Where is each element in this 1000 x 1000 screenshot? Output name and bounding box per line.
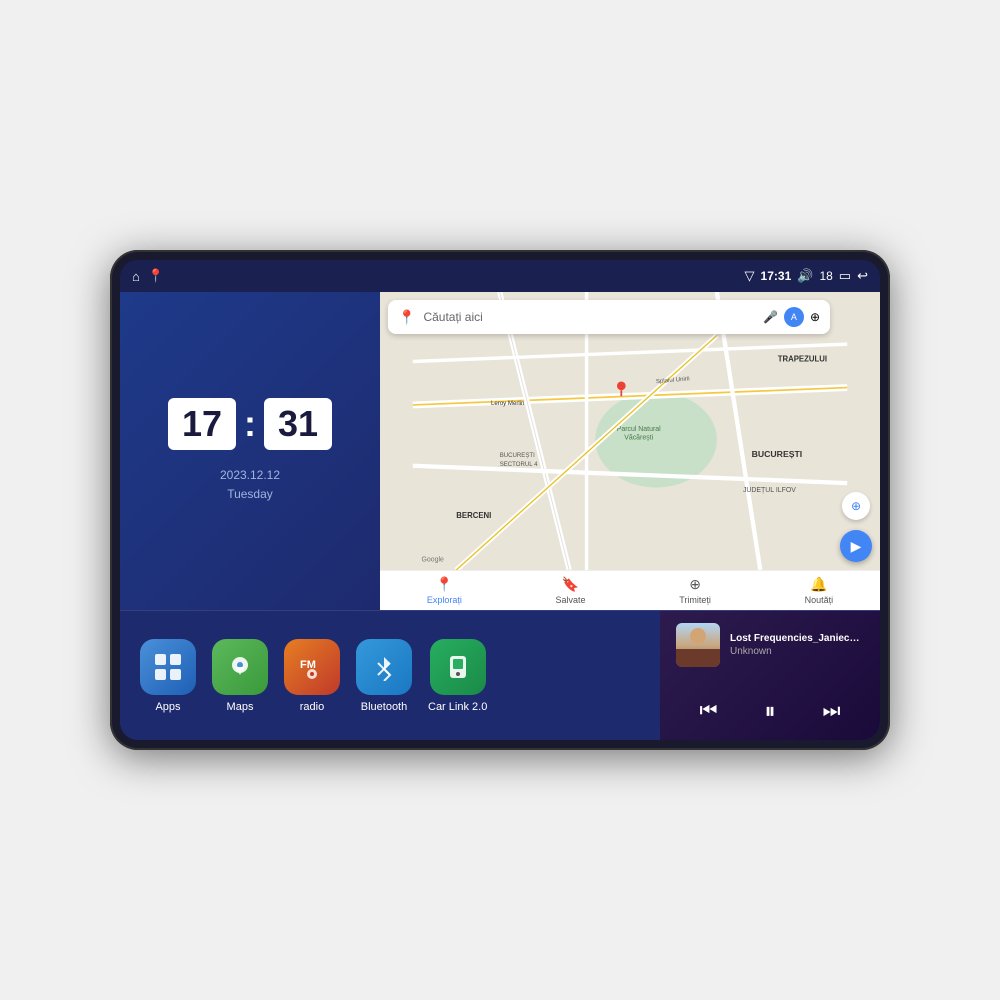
music-prev-button[interactable]: ⏮ [691,696,725,727]
maps-label: Maps [227,701,254,713]
news-icon: 🔔 [810,576,827,593]
microphone-icon[interactable]: 🎤 [763,310,778,324]
app-item-apps[interactable]: Apps [140,639,196,713]
map-nav-share[interactable]: ⊕ Trimiteți [679,576,711,605]
svg-text:Google: Google [422,556,445,563]
radio-icon: FM [284,639,340,695]
map-nav-news[interactable]: 🔔 Noutăți [805,576,834,605]
app-item-radio[interactable]: FM radio [284,639,340,713]
saved-icon: 🔖 [562,576,579,593]
map-search-bar[interactable]: 📍 Căutați aici 🎤 A ⊕ [388,300,830,334]
map-widget[interactable]: 📍 Căutați aici 🎤 A ⊕ [380,292,880,610]
battery-icon: ▭ [839,268,851,284]
apps-icon [140,639,196,695]
account-icon[interactable]: A [784,307,804,327]
svg-text:JUDEȚUL ILFOV: JUDEȚUL ILFOV [743,487,796,494]
carlink-icon [430,639,486,695]
device-frame: ⌂ 📍 ▽ 17:31 🔊 18 ▭ ↩ 17 : [110,250,890,750]
map-search-actions: 🎤 A ⊕ [763,307,820,327]
top-section: 17 : 31 2023.12.12 Tuesday 📍 Căutați aic… [120,292,880,610]
explore-icon: 📍 [436,576,453,593]
music-thumbnail [676,623,720,667]
signal-icon: ▽ [745,268,755,284]
map-search-placeholder[interactable]: Căutați aici [423,310,755,324]
clock-date: 2023.12.12 Tuesday [220,466,280,504]
svg-text:BUCUREȘTI: BUCUREȘTI [752,449,803,459]
music-info: Lost Frequencies_Janieck Devy-... Unknow… [676,623,864,667]
device-screen: ⌂ 📍 ▽ 17:31 🔊 18 ▭ ↩ 17 : [120,260,880,740]
back-icon[interactable]: ↩ [857,268,868,284]
carlink-label: Car Link 2.0 [428,701,487,713]
svg-text:TRAPEZULUI: TRAPEZULUI [778,355,827,364]
bluetooth-label: Bluetooth [361,701,407,713]
share-icon: ⊕ [689,576,701,593]
map-bottom-nav: 📍 Explorați 🔖 Salvate ⊕ Trimiteți 🔔 [380,570,880,610]
maps-shortcut-icon[interactable]: 📍 [148,268,164,284]
radio-label: radio [300,701,324,713]
bottom-section: Apps Maps [120,610,880,740]
music-controls: ⏮ ⏸ ⏭ [676,694,864,728]
volume-icon[interactable]: 🔊 [797,268,813,284]
map-nav-saved[interactable]: 🔖 Salvate [556,576,586,605]
map-pin-icon: 📍 [398,309,415,326]
battery-level: 18 [819,269,832,283]
music-play-button[interactable]: ⏸ [756,694,783,728]
music-meta: Lost Frequencies_Janieck Devy-... Unknow… [730,633,864,657]
music-title: Lost Frequencies_Janieck Devy-... [730,633,864,644]
clock-colon: : [244,403,256,445]
map-nav-explore[interactable]: 📍 Explorați [427,576,462,605]
svg-text:Parcul Natural: Parcul Natural [617,426,661,433]
status-bar-left: ⌂ 📍 [132,268,164,284]
status-time: 17:31 [761,269,792,283]
home-icon[interactable]: ⌂ [132,269,140,284]
clock-widget: 17 : 31 2023.12.12 Tuesday [120,292,380,610]
layers-icon[interactable]: ⊕ [810,310,820,324]
map-location-button[interactable]: ⊕ [842,492,870,520]
music-player: Lost Frequencies_Janieck Devy-... Unknow… [660,611,880,740]
svg-text:FM: FM [300,659,316,671]
svg-text:Leroy Merlin: Leroy Merlin [491,400,524,407]
svg-text:BERCENI: BERCENI [456,511,491,520]
app-item-maps[interactable]: Maps [212,639,268,713]
apps-label: Apps [155,701,180,713]
svg-text:BUCUREȘTI: BUCUREȘTI [500,452,535,459]
svg-text:SECTORUL 4: SECTORUL 4 [500,461,538,468]
maps-icon [212,639,268,695]
clock-display: 17 : 31 [168,398,332,450]
music-artist: Unknown [730,646,864,657]
app-launcher: Apps Maps [120,611,660,740]
svg-text:Văcărești: Văcărești [624,435,653,442]
status-bar: ⌂ 📍 ▽ 17:31 🔊 18 ▭ ↩ [120,260,880,292]
map-navigation-fab[interactable]: ▶ [840,530,872,562]
music-next-button[interactable]: ⏭ [814,696,848,727]
bluetooth-icon [356,639,412,695]
app-item-carlink[interactable]: Car Link 2.0 [428,639,487,713]
main-content: 17 : 31 2023.12.12 Tuesday 📍 Căutați aic… [120,292,880,740]
app-item-bluetooth[interactable]: Bluetooth [356,639,412,713]
status-bar-right: ▽ 17:31 🔊 18 ▭ ↩ [745,268,868,284]
clock-hours: 17 [168,398,236,450]
clock-minutes: 31 [264,398,332,450]
